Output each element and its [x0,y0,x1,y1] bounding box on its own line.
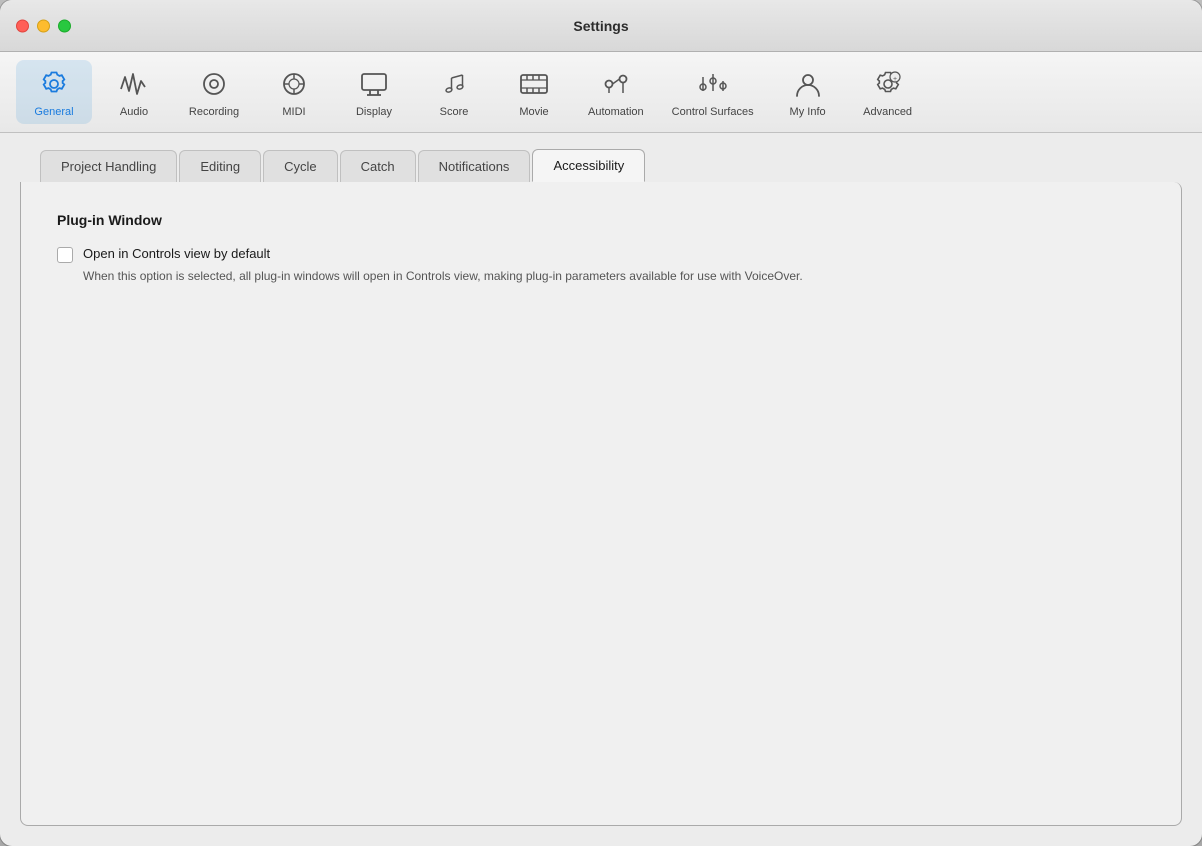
traffic-lights [16,19,71,32]
toolbar-item-midi-label: MIDI [282,106,305,118]
toolbar-item-score[interactable]: Score [416,60,492,124]
toolbar-item-automation-label: Automation [588,106,644,118]
control-surfaces-icon [695,66,731,102]
maximize-button[interactable] [58,19,71,32]
toolbar-item-display[interactable]: Display [336,60,412,124]
tab-cycle[interactable]: Cycle [263,150,338,182]
tab-notifications[interactable]: Notifications [418,150,531,182]
tab-bar: Project Handling Editing Cycle Catch Not… [0,133,1202,182]
toolbar-item-recording[interactable]: Recording [176,60,252,124]
toolbar-item-automation[interactable]: Automation [576,60,656,124]
display-icon [356,66,392,102]
toolbar-item-audio[interactable]: Audio [96,60,172,124]
my-info-icon [790,66,826,102]
toolbar-item-control-surfaces-label: Control Surfaces [672,106,754,118]
score-icon [436,66,472,102]
toolbar-item-my-info[interactable]: My Info [770,60,846,124]
toolbar-item-audio-label: Audio [120,106,148,118]
toolbar-item-advanced[interactable]: + Advanced [850,60,926,124]
recording-icon [196,66,232,102]
toolbar-item-recording-label: Recording [189,106,239,118]
advanced-icon: + [870,66,906,102]
toolbar-item-midi[interactable]: MIDI [256,60,332,124]
option-label: Open in Controls view by default [83,246,803,261]
controls-view-checkbox[interactable] [57,247,73,263]
toolbar: General Audio Recording [0,52,1202,133]
content-area: Plug-in Window Open in Controls view by … [20,182,1182,826]
toolbar-item-general-label: General [34,106,73,118]
option-text: Open in Controls view by default When th… [83,246,803,285]
window-title: Settings [573,18,628,34]
option-row-controls-view: Open in Controls view by default When th… [57,246,1145,285]
gear-icon [36,66,72,102]
svg-text:+: + [893,76,897,83]
audio-icon [116,66,152,102]
toolbar-item-display-label: Display [356,106,392,118]
tab-editing[interactable]: Editing [179,150,261,182]
midi-icon [276,66,312,102]
section-title: Plug-in Window [57,212,1145,228]
toolbar-item-movie[interactable]: Movie [496,60,572,124]
toolbar-item-movie-label: Movie [519,106,548,118]
tab-project-handling[interactable]: Project Handling [40,150,177,182]
tab-catch[interactable]: Catch [340,150,416,182]
tab-accessibility[interactable]: Accessibility [532,149,645,182]
close-button[interactable] [16,19,29,32]
toolbar-item-control-surfaces[interactable]: Control Surfaces [660,60,766,124]
minimize-button[interactable] [37,19,50,32]
toolbar-item-score-label: Score [440,106,469,118]
settings-window: Settings General Audio [0,0,1202,846]
titlebar: Settings [0,0,1202,52]
movie-icon [516,66,552,102]
toolbar-item-my-info-label: My Info [790,106,826,118]
toolbar-item-advanced-label: Advanced [863,106,912,118]
toolbar-item-general[interactable]: General [16,60,92,124]
option-description: When this option is selected, all plug-i… [83,267,803,285]
automation-icon [598,66,634,102]
